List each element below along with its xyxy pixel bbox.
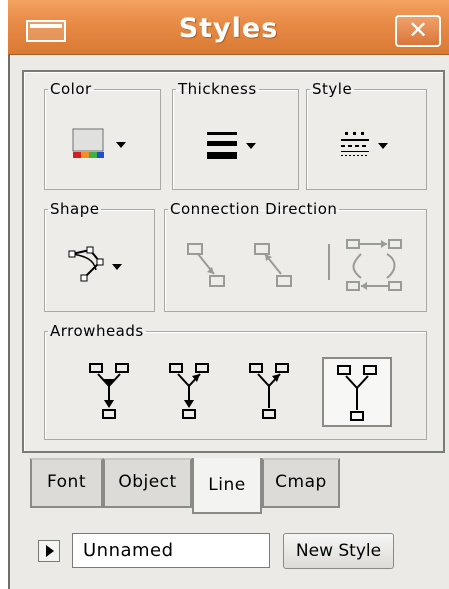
connection-backward-icon <box>253 240 301 292</box>
thickness-group-label: Thickness <box>178 80 257 98</box>
style-group-label: Style <box>312 80 353 98</box>
color-picker-icon[interactable] <box>72 128 132 164</box>
arrowhead-both-ends-icon[interactable] <box>88 360 132 422</box>
tab-object[interactable]: Object <box>103 458 192 508</box>
connection-forward-icon <box>186 240 234 292</box>
expand-arrow-icon[interactable] <box>38 540 60 562</box>
connection-divider <box>326 240 332 284</box>
color-group-label: Color <box>50 80 92 98</box>
tab-font[interactable]: Font <box>30 458 103 508</box>
tab-cmap[interactable]: Cmap <box>262 458 340 508</box>
connection-bidirectional-icon <box>345 236 409 296</box>
shape-group-label: Shape <box>50 200 100 218</box>
line-shape-icon[interactable] <box>66 246 136 286</box>
window-title: Styles <box>178 13 279 44</box>
tab-line[interactable]: Line <box>192 458 262 514</box>
arrowhead-none-icon[interactable] <box>336 362 380 424</box>
arrowheads-group-label: Arrowheads <box>50 322 144 340</box>
line-thickness-icon[interactable] <box>206 130 266 164</box>
window-left-edge <box>8 55 10 589</box>
arrowhead-top-icon[interactable] <box>168 360 212 422</box>
new-style-button[interactable]: New Style <box>283 533 394 569</box>
title-bar[interactable]: Styles ✕ <box>8 0 449 55</box>
style-name-input[interactable] <box>72 533 270 568</box>
arrowhead-bottom-icon[interactable] <box>248 360 292 422</box>
close-button[interactable]: ✕ <box>395 15 441 47</box>
connection-direction-group-label: Connection Direction <box>170 200 338 218</box>
line-style-icon[interactable] <box>340 130 400 164</box>
